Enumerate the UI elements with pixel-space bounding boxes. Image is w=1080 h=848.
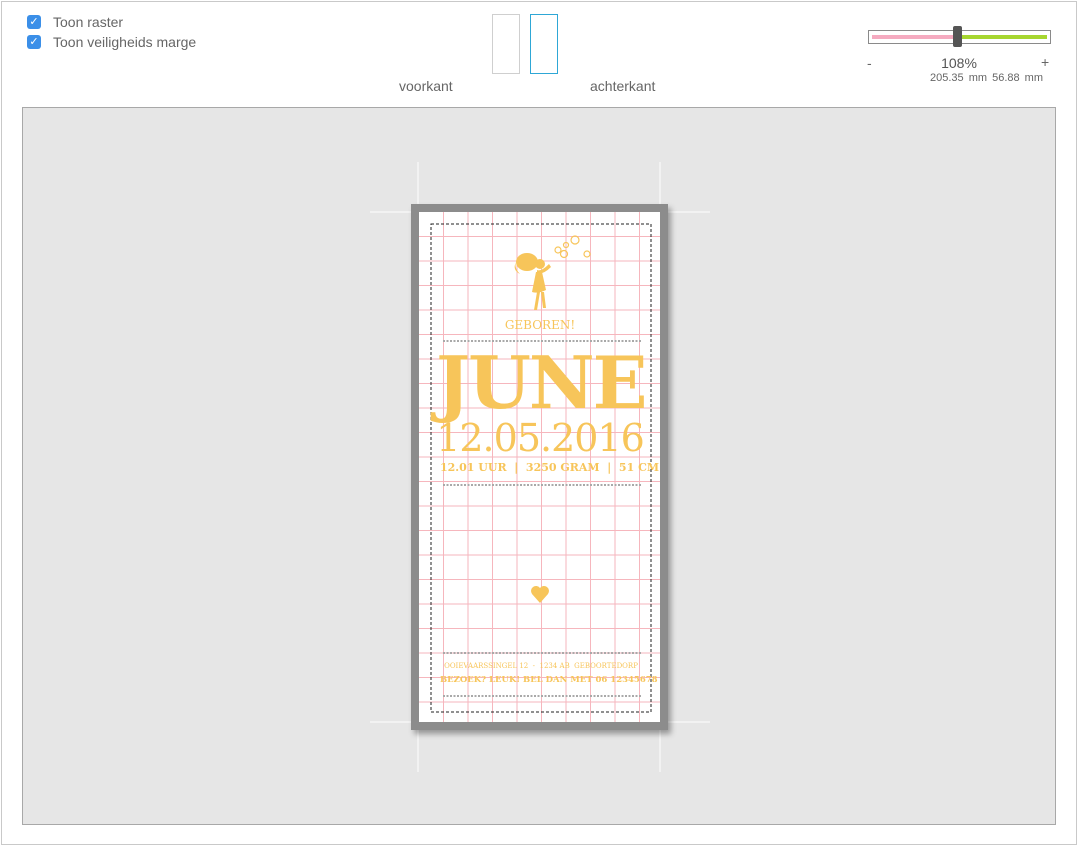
card-date[interactable]: 12.05.2016 <box>436 416 645 460</box>
card-heading[interactable]: GEBOREN! <box>440 318 640 332</box>
card-visit-text[interactable]: BEZOEK? LEUK! BEL DAN MET 06 12345678 <box>440 675 658 685</box>
card-name[interactable]: JUNE <box>436 343 648 423</box>
card-address[interactable]: OOIEVAARSSINGEL 12 - 1234 AB GEBOORTEDOR… <box>440 662 642 670</box>
card-details[interactable]: 12.01 UUR | 3250 GRAM | 51 CM <box>440 461 659 474</box>
